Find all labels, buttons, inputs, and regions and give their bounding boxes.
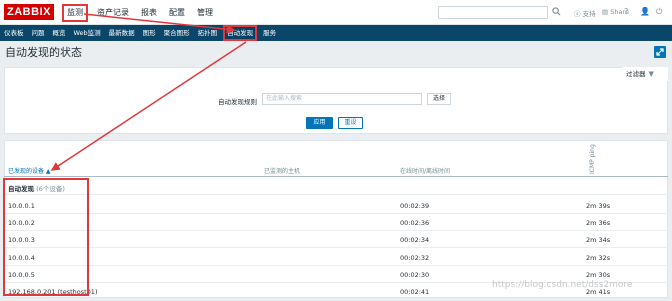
icmp-cell: 2m 34s	[586, 236, 611, 245]
icmp-cell: 2m 36s	[586, 219, 611, 228]
search-input[interactable]	[438, 6, 548, 19]
tab-screens[interactable]: 聚合图形	[160, 27, 194, 39]
row-divider	[4, 194, 668, 195]
col-discovered-device[interactable]: 已发现的设备 ▲	[8, 166, 51, 175]
uptime-cell: 00:02:39	[400, 202, 430, 210]
row-divider	[4, 247, 668, 249]
page-title: 自动发现的状态	[5, 46, 82, 59]
uptime-cell: 00:02:34	[400, 236, 430, 245]
row-divider	[4, 299, 668, 300]
support-link[interactable]: ⓢ 支持	[574, 8, 596, 18]
tab-latest-data[interactable]: 最新数据	[105, 27, 139, 39]
menu-reports[interactable]: 报表	[135, 6, 163, 20]
tab-discovery[interactable]: 自动发现	[223, 25, 258, 41]
apply-button[interactable]: 应用	[306, 117, 333, 129]
menu-configuration[interactable]: 配置	[163, 6, 191, 20]
discovery-rule-input[interactable]: 在此输入搜索	[262, 93, 422, 105]
tab-maps[interactable]: 拓扑图	[194, 27, 222, 39]
fullscreen-button[interactable]	[654, 46, 666, 58]
sub-menu: 仪表板 问题 概览 Web监测 最新数据 图形 聚合图形 拓扑图 自动发现 服务	[0, 25, 672, 41]
expand-icon	[656, 48, 664, 56]
tab-problems[interactable]: 问题	[28, 27, 49, 39]
tab-services[interactable]: 服务	[259, 27, 280, 39]
tab-graphs[interactable]: 图形	[139, 27, 160, 39]
main-menu: 监测 资产记录 报表 配置 管理	[62, 0, 219, 25]
icmp-cell: 2m 39s	[586, 202, 611, 210]
discovery-table	[4, 140, 668, 298]
menu-administration[interactable]: 管理	[191, 6, 219, 20]
uptime-cell: 00:02:30	[400, 270, 430, 279]
zabbix-logo[interactable]: ZABBIX	[4, 4, 54, 20]
header-divider	[4, 176, 668, 177]
icmp-cell: 2m 30s	[586, 270, 611, 279]
menu-inventory[interactable]: 资产记录	[91, 6, 135, 20]
share-icon: ▤	[602, 8, 611, 16]
user-icon[interactable]: 👤	[640, 7, 650, 16]
highlight-box	[3, 178, 89, 296]
uptime-cell: 00:02:36	[400, 219, 430, 228]
help-button[interactable]: ?	[624, 7, 628, 16]
tab-dashboard[interactable]: 仪表板	[0, 27, 28, 39]
icmp-cell: 2m 32s	[586, 253, 611, 262]
menu-monitoring[interactable]: 监测	[62, 3, 88, 22]
uptime-cell: 00:02:41	[400, 288, 430, 296]
tab-overview[interactable]: 概览	[49, 27, 70, 39]
row-divider	[4, 264, 668, 266]
col-monitored-host: 已监测的主机	[264, 168, 301, 175]
discovery-rule-label: 自动发现规则	[218, 98, 257, 106]
power-icon[interactable]: ⏻	[656, 7, 662, 17]
watermark: https://blog.csdn.net/dss2more	[492, 280, 633, 290]
col-uptime-downtime: 在线时间/离线时间	[400, 168, 451, 175]
reset-button[interactable]: 重设	[338, 117, 363, 129]
funnel-icon: ▼	[648, 70, 654, 78]
search-icon[interactable]	[552, 7, 561, 16]
support-icon: ⓢ	[574, 10, 583, 18]
top-header: ZABBIX 监测 资产记录 报表 配置 管理 ⓢ 支持 ▤ Share ? 👤…	[0, 0, 672, 25]
row-divider	[4, 230, 668, 232]
uptime-cell: 00:02:32	[400, 253, 430, 262]
select-button[interactable]: 选择	[427, 93, 451, 105]
row-divider	[4, 213, 668, 214]
tab-web[interactable]: Web监测	[70, 27, 105, 39]
col-icmp-ping: ICMP ping	[589, 144, 596, 174]
filter-tab[interactable]: 过滤器 ▼	[622, 67, 668, 81]
